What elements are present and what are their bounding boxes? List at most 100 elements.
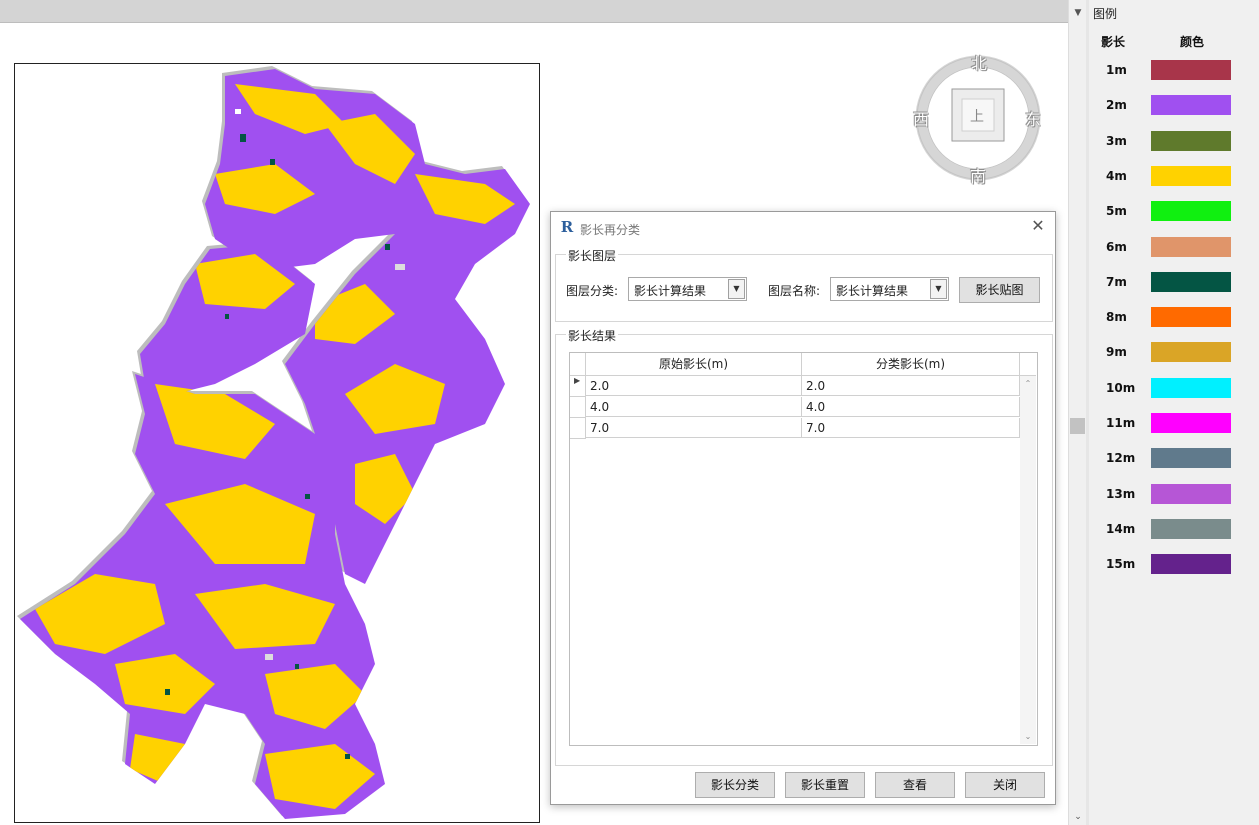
legend-color-swatch bbox=[1151, 554, 1231, 575]
layer-name-label: 图层名称: bbox=[768, 284, 821, 298]
compass-south-label[interactable]: 南 bbox=[970, 163, 986, 187]
compass-north-label[interactable]: 北 bbox=[971, 50, 987, 74]
legend-item: 4m bbox=[1089, 165, 1259, 187]
compass-top-face[interactable]: 上 bbox=[970, 106, 984, 126]
legend-item: 15m bbox=[1089, 553, 1259, 575]
legend-color-swatch bbox=[1151, 307, 1231, 328]
layer-group-title: 影长图层 bbox=[566, 247, 619, 264]
current-row-arrow-icon: ▶ bbox=[574, 376, 581, 385]
close-icon[interactable]: ✕ bbox=[1029, 217, 1047, 235]
legend-item-label: 13m bbox=[1106, 486, 1136, 501]
scroll-menu-icon[interactable]: ▼ bbox=[1069, 8, 1087, 18]
legend-item-label: 2m bbox=[1106, 98, 1127, 113]
legend-item: 13m bbox=[1089, 483, 1259, 505]
shadow-map-button[interactable]: 影长贴图 bbox=[959, 277, 1040, 303]
compass-west-label[interactable]: 西 bbox=[913, 106, 929, 130]
legend-item: 9m bbox=[1089, 341, 1259, 363]
legend-item: 7m bbox=[1089, 271, 1259, 293]
grid-corner-header bbox=[570, 353, 586, 376]
view-button[interactable]: 查看 bbox=[875, 772, 955, 798]
revit-app-icon: R bbox=[560, 218, 574, 236]
chevron-down-icon[interactable]: ▼ bbox=[930, 279, 947, 299]
row-header[interactable] bbox=[570, 418, 586, 439]
grid-vertical-scrollbar[interactable]: ⌃ ⌄ bbox=[1020, 376, 1036, 744]
legend-color-swatch bbox=[1151, 377, 1231, 398]
legend-item: 10m bbox=[1089, 377, 1259, 399]
shadow-map-canvas bbox=[17, 66, 530, 819]
legend-color-swatch bbox=[1151, 448, 1231, 469]
legend-item-label: 4m bbox=[1106, 168, 1127, 183]
legend-item-label: 15m bbox=[1106, 557, 1136, 572]
legend-item-label: 8m bbox=[1106, 310, 1127, 325]
legend-title: 图例 bbox=[1093, 7, 1118, 21]
shadow-result-grid[interactable]: 原始影长(m) 分类影长(m) ▶ 2.0 2.0 4.0 4.0 7.0 7.… bbox=[569, 352, 1038, 746]
layer-group: 影长图层 图层分类: 影长计算结果 ▼ 图层名称: 影长计算结果 ▼ 影长贴图 bbox=[555, 247, 1053, 322]
legend-item: 11m bbox=[1089, 412, 1259, 434]
legend-color-swatch bbox=[1151, 95, 1231, 116]
scroll-down-icon[interactable]: ⌄ bbox=[1069, 812, 1087, 822]
legend-item-label: 11m bbox=[1106, 416, 1136, 430]
layer-category-value: 影长计算结果 bbox=[634, 284, 707, 298]
layer-name-value: 影长计算结果 bbox=[836, 284, 909, 298]
scroll-down-icon[interactable]: ⌄ bbox=[1020, 732, 1036, 741]
legend-item: 6m bbox=[1089, 236, 1259, 258]
legend-color-swatch bbox=[1151, 60, 1231, 80]
view-cube-compass[interactable]: 北 南 东 西 上 bbox=[913, 50, 1043, 187]
cell-original[interactable]: 2.0 bbox=[586, 376, 802, 396]
cell-classified[interactable]: 4.0 bbox=[802, 397, 1020, 417]
grid-header-filler bbox=[1020, 353, 1036, 376]
legend-header-length: 影长 bbox=[1101, 35, 1126, 49]
legend-color-swatch bbox=[1151, 130, 1231, 151]
legend-color-swatch bbox=[1151, 236, 1231, 257]
row-header-current[interactable]: ▶ bbox=[570, 376, 586, 397]
legend-item-label: 3m bbox=[1106, 133, 1127, 148]
legend-color-swatch bbox=[1151, 165, 1231, 186]
legend-color-swatch bbox=[1151, 201, 1231, 222]
legend-item: 5m bbox=[1089, 200, 1259, 222]
legend-item: 8m bbox=[1089, 306, 1259, 328]
layer-name-select[interactable]: 影长计算结果 ▼ bbox=[830, 277, 949, 301]
result-group-title: 影长结果 bbox=[566, 327, 619, 344]
legend-color-swatch bbox=[1151, 271, 1231, 292]
shadow-reclassify-dialog: R 影长再分类 ✕ 影长图层 图层分类: 影长计算结果 ▼ 图层名称: 影长计算… bbox=[550, 211, 1056, 805]
dialog-title: 影长再分类 bbox=[580, 223, 641, 237]
legend-color-swatch bbox=[1151, 342, 1231, 363]
column-header-classified[interactable]: 分类影长(m) bbox=[802, 353, 1020, 376]
close-button[interactable]: 关闭 bbox=[965, 772, 1045, 798]
legend-color-swatch bbox=[1151, 413, 1231, 433]
legend-item-label: 12m bbox=[1106, 451, 1136, 466]
legend-item-label: 10m bbox=[1106, 380, 1136, 395]
legend-item: 1m bbox=[1089, 59, 1259, 81]
legend-color-swatch bbox=[1151, 518, 1231, 539]
shadow-map-view[interactable] bbox=[14, 63, 540, 823]
legend-panel: 图例 影长 颜色 1m 2m 3m 4m 5m 6m 7m 8m 9m 10m 11m 12m 13m 1… bbox=[1089, 0, 1259, 825]
top-toolbar bbox=[0, 0, 1068, 23]
column-header-original[interactable]: 原始影长(m) bbox=[586, 353, 802, 376]
layer-category-select[interactable]: 影长计算结果 ▼ bbox=[628, 277, 747, 301]
legend-item: 12m bbox=[1089, 447, 1259, 469]
compass-east-label[interactable]: 东 bbox=[1025, 106, 1041, 130]
legend-item-label: 9m bbox=[1106, 345, 1127, 360]
legend-item-label: 6m bbox=[1106, 239, 1127, 254]
scrollbar-thumb[interactable] bbox=[1070, 418, 1085, 434]
layer-category-label: 图层分类: bbox=[566, 284, 619, 298]
map-vertical-scrollbar[interactable]: ▼ ⌄ bbox=[1068, 0, 1087, 825]
row-header[interactable] bbox=[570, 397, 586, 418]
legend-item-label: 1m bbox=[1106, 63, 1127, 77]
legend-item-label: 5m bbox=[1106, 204, 1127, 219]
cell-classified[interactable]: 2.0 bbox=[802, 376, 1020, 396]
chevron-down-icon[interactable]: ▼ bbox=[728, 279, 745, 299]
dialog-titlebar[interactable]: R 影长再分类 ✕ bbox=[551, 212, 1055, 242]
legend-color-swatch bbox=[1151, 483, 1231, 504]
legend-item: 2m bbox=[1089, 94, 1259, 116]
shadow-classify-button[interactable]: 影长分类 bbox=[695, 772, 775, 798]
cell-classified[interactable]: 7.0 bbox=[802, 418, 1020, 438]
legend-header-color: 颜色 bbox=[1180, 35, 1205, 49]
shadow-reset-button[interactable]: 影长重置 bbox=[785, 772, 865, 798]
cell-original[interactable]: 4.0 bbox=[586, 397, 802, 417]
legend-item: 14m bbox=[1089, 518, 1259, 540]
scroll-up-icon[interactable]: ⌃ bbox=[1020, 379, 1036, 388]
legend-item-label: 7m bbox=[1106, 274, 1127, 289]
cell-original[interactable]: 7.0 bbox=[586, 418, 802, 438]
legend-item-label: 14m bbox=[1106, 521, 1136, 536]
